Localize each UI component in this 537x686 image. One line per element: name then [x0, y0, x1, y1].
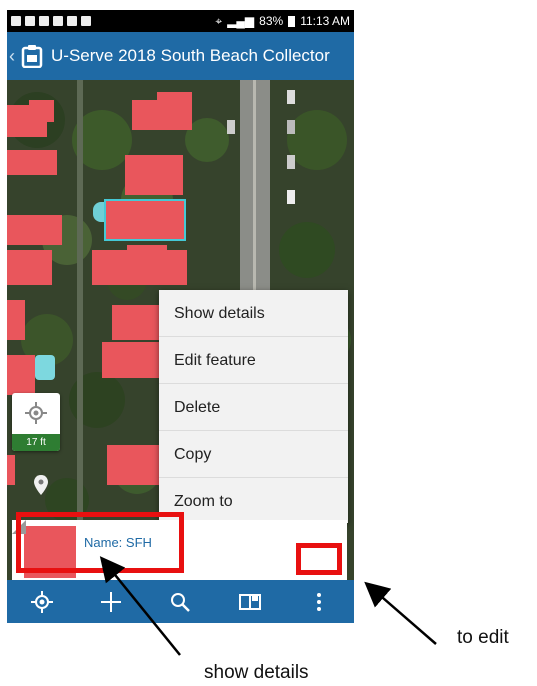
map-view[interactable]: 17 ft Show details Edit feature Delete C… — [7, 80, 354, 580]
notification-icon — [25, 16, 35, 26]
to-edit-caption: to edit — [457, 627, 509, 648]
clock: 11:13 AM — [300, 14, 350, 28]
locate-button[interactable] — [26, 586, 58, 618]
menu-item-edit-feature[interactable]: Edit feature — [159, 337, 348, 384]
add-icon — [101, 591, 122, 612]
notification-icon — [81, 16, 91, 26]
show-details-highlight — [16, 512, 184, 573]
add-button[interactable] — [95, 586, 127, 618]
signal-icon: ▂▄▆ — [227, 14, 255, 28]
chevron-left-icon[interactable]: ‹ — [9, 46, 19, 67]
menu-item-show-details[interactable]: Show details — [159, 290, 348, 337]
edit-corner-highlight — [296, 543, 342, 575]
search-icon — [171, 592, 191, 612]
more-options-button[interactable] — [303, 586, 335, 618]
title-bar: ‹ U-Serve 2018 South Beach Collector — [7, 32, 354, 80]
notification-icon — [39, 16, 49, 26]
location-icon: ⌖ — [215, 13, 223, 28]
collector-app-icon[interactable] — [21, 44, 43, 69]
search-button[interactable] — [164, 586, 196, 618]
scale-label: 17 ft — [12, 434, 60, 451]
feature-context-menu: Show details Edit feature Delete Copy Zo… — [159, 290, 348, 523]
locate-widget[interactable]: 17 ft — [12, 393, 60, 451]
map-book-button[interactable] — [234, 586, 266, 618]
show-details-caption: show details — [204, 662, 309, 683]
battery-icon — [288, 15, 296, 27]
battery-percent: 83% — [259, 14, 284, 28]
bottom-toolbar — [7, 580, 354, 623]
map-book-icon — [238, 593, 261, 610]
more-vertical-icon — [317, 592, 322, 611]
notification-icon — [53, 16, 63, 26]
menu-item-zoom-to[interactable]: Zoom to — [159, 478, 348, 525]
notification-icon — [67, 16, 77, 26]
menu-item-delete[interactable]: Delete — [159, 384, 348, 431]
crosshair-icon[interactable] — [25, 402, 47, 424]
app-title: U-Serve 2018 South Beach Collector — [51, 46, 330, 65]
locate-icon — [30, 590, 53, 613]
to-edit-arrow — [364, 581, 437, 645]
notification-icon — [11, 16, 21, 26]
menu-item-copy[interactable]: Copy — [159, 431, 348, 478]
notification-icons — [11, 16, 91, 26]
status-bar: ⌖ ▂▄▆ 83% 11:13 AM — [7, 10, 354, 32]
